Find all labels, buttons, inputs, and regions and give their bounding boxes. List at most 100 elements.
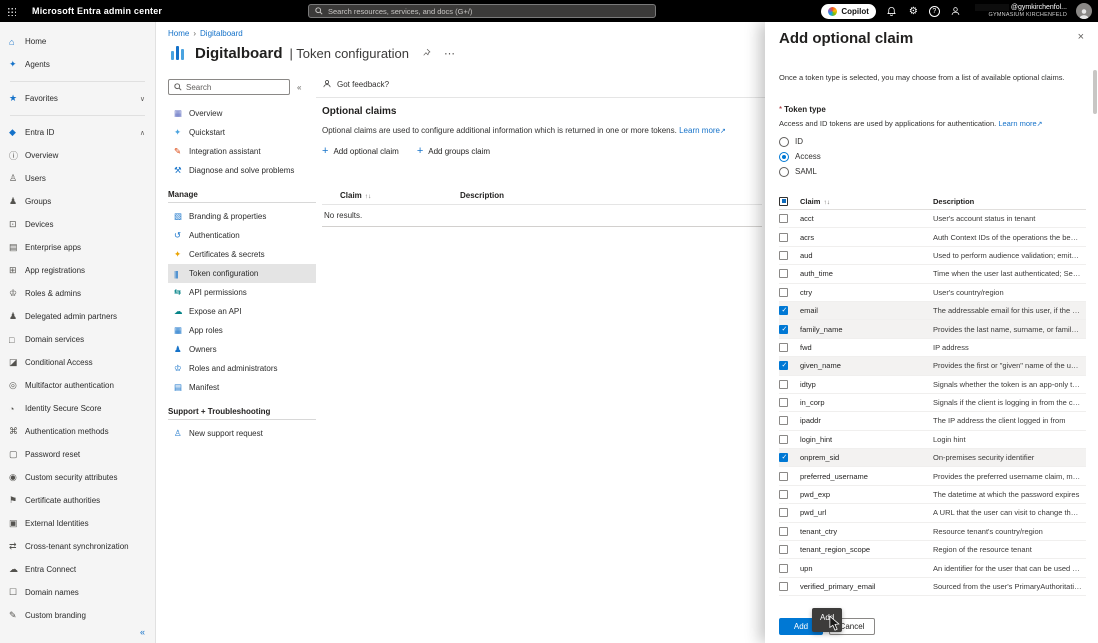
subnav-item[interactable]: Manage (168, 187, 316, 203)
sidebar-item[interactable]: □ Domain services (0, 328, 155, 351)
claim-checkbox[interactable] (779, 490, 788, 499)
add-groups-claim-button[interactable]: + Add groups claim (417, 146, 490, 157)
breadcrumb-current-link[interactable]: Digitalboard (200, 29, 243, 38)
settings-gear-icon[interactable]: ⚙ (907, 5, 920, 18)
claim-checkbox[interactable] (779, 472, 788, 481)
claim-column-header[interactable]: Claim↑↓ (340, 191, 460, 200)
sidebar-item[interactable]: ⊡ Devices (0, 213, 155, 236)
sidebar-item[interactable]: ⓘ Overview (0, 144, 155, 167)
subnav-collapse-button[interactable]: « (297, 83, 301, 92)
claim-checkbox[interactable] (779, 325, 788, 334)
claim-row[interactable]: upn An identifier for the user that can … (779, 559, 1086, 577)
claim-row[interactable]: email The addressable email for this use… (779, 302, 1086, 320)
subnav-search-input[interactable]: Search (168, 79, 290, 95)
claim-checkbox[interactable] (779, 233, 788, 242)
subnav-item[interactable]: ↺ Authentication (168, 226, 316, 245)
learn-more-link[interactable]: Learn more (679, 126, 720, 135)
claim-checkbox[interactable] (779, 214, 788, 223)
sidebar-item[interactable]: ◪ Conditional Access (0, 351, 155, 374)
subnav-item[interactable]: ♟ Owners (168, 340, 316, 359)
claim-row[interactable]: aud Used to perform audience validation;… (779, 247, 1086, 265)
sidebar-item[interactable]: ⊞ App registrations (0, 259, 155, 282)
subnav-item[interactable]: Support + Troubleshooting (168, 404, 316, 420)
claim-row[interactable]: tenant_ctry Resource tenant's country/re… (779, 523, 1086, 541)
claim-checkbox[interactable] (779, 508, 788, 517)
sidebar-item[interactable] (10, 115, 145, 116)
claim-row[interactable]: given_name Provides the first or "given"… (779, 357, 1086, 375)
subnav-item[interactable]: ✦ Certificates & secrets (168, 245, 316, 264)
sidebar-item[interactable]: ♙ Users (0, 167, 155, 190)
subnav-item[interactable]: ⚒ Diagnose and solve problems (168, 161, 316, 180)
claim-checkbox[interactable] (779, 269, 788, 278)
subnav-item[interactable]: ⇆ API permissions (168, 283, 316, 302)
token-type-radio[interactable]: ID (779, 134, 1086, 149)
more-options-icon[interactable]: ⋯ (444, 47, 455, 60)
claim-row[interactable]: pwd_exp The datetime at which the passwo… (779, 486, 1086, 504)
sidebar-item[interactable]: ▢ Password reset (0, 443, 155, 466)
claim-row[interactable]: acrs Auth Context IDs of the operations … (779, 228, 1086, 246)
subnav-item[interactable]: ▧ Branding & properties (168, 207, 316, 226)
close-icon[interactable]: × (1076, 30, 1086, 45)
add-optional-claim-button[interactable]: + Add optional claim (322, 146, 399, 157)
sidebar-item[interactable]: ✎ Custom branding (0, 604, 155, 627)
claim-row[interactable]: ctry User's country/region (779, 284, 1086, 302)
claim-checkbox[interactable] (779, 416, 788, 425)
claim-row[interactable]: ipaddr The IP address the client logged … (779, 412, 1086, 430)
select-all-checkbox[interactable] (779, 197, 788, 206)
sidebar-item[interactable]: ⌂ Home (0, 30, 155, 53)
claim-checkbox[interactable] (779, 435, 788, 444)
learn-more-link[interactable]: Learn more (998, 119, 1036, 128)
sidebar-item[interactable]: ⌘ Authentication methods (0, 420, 155, 443)
sidebar-item[interactable]: ◔ Identity Secure Score (0, 397, 155, 420)
sidebar-item[interactable]: ✦ Agents (0, 53, 155, 76)
claim-checkbox[interactable] (779, 582, 788, 591)
subnav-item[interactable]: ▦ Overview (168, 104, 316, 123)
claim-checkbox[interactable] (779, 527, 788, 536)
subnav-item[interactable]: ||| Token configuration (168, 264, 316, 283)
sidebar-item[interactable]: ◎ Multifactor authentication (0, 374, 155, 397)
claim-checkbox[interactable] (779, 306, 788, 315)
sidebar-item[interactable]: ⇄ Cross-tenant synchronization (0, 535, 155, 558)
token-type-radio[interactable]: Access (779, 149, 1086, 164)
pin-icon[interactable] (422, 44, 431, 62)
sidebar-item[interactable]: ▣ External Identities (0, 512, 155, 535)
sidebar-item[interactable] (10, 81, 145, 82)
claim-column-header[interactable]: Claim↑↓ (800, 197, 933, 206)
claim-row[interactable]: pwd_url A URL that the user can visit to… (779, 504, 1086, 522)
waffle-menu-icon[interactable] (0, 0, 22, 22)
scrollbar-thumb[interactable] (1093, 70, 1097, 114)
sidebar-item[interactable]: ☁ Entra Connect (0, 558, 155, 581)
subnav-item[interactable]: ♔ Roles and administrators (168, 359, 316, 378)
claim-row[interactable]: in_corp Signals if the client is logging… (779, 394, 1086, 412)
claim-checkbox[interactable] (779, 398, 788, 407)
sidebar-item[interactable]: ▤ Enterprise apps (0, 236, 155, 259)
claim-checkbox[interactable] (779, 343, 788, 352)
claim-row[interactable]: onprem_sid On-premises security identifi… (779, 449, 1086, 467)
claim-checkbox[interactable] (779, 564, 788, 573)
subnav-item[interactable]: ♙ New support request (168, 424, 316, 443)
sidebar-item[interactable]: ☐ Domain names (0, 581, 155, 604)
help-icon[interactable]: ? (929, 6, 940, 17)
copilot-button[interactable]: Copilot (821, 4, 876, 19)
subnav-item[interactable]: ▦ App roles (168, 321, 316, 340)
avatar[interactable] (1076, 3, 1092, 19)
subnav-item[interactable]: ▤ Manifest (168, 378, 316, 397)
breadcrumb-home-link[interactable]: Home (168, 29, 189, 38)
global-search-input[interactable]: Search resources, services, and docs (G+… (308, 4, 656, 18)
subnav-item[interactable]: ☁ Expose an API (168, 302, 316, 321)
sidebar-item[interactable]: ♟ Groups (0, 190, 155, 213)
claim-row[interactable]: auth_time Time when the user last authen… (779, 265, 1086, 283)
sidebar-collapse-button[interactable]: « (140, 627, 145, 637)
claim-checkbox[interactable] (779, 361, 788, 370)
claim-row[interactable]: fwd IP address (779, 339, 1086, 357)
sidebar-item[interactable]: ♔ Roles & admins (0, 282, 155, 305)
sidebar-item[interactable]: ◉ Custom security attributes (0, 466, 155, 489)
sidebar-item[interactable]: ◆ Entra ID ∧ (0, 121, 155, 144)
claim-row[interactable]: idtyp Signals whether the token is an ap… (779, 376, 1086, 394)
claim-checkbox[interactable] (779, 288, 788, 297)
claim-checkbox[interactable] (779, 380, 788, 389)
feedback-icon[interactable] (949, 5, 962, 18)
claim-row[interactable]: preferred_username Provides the preferre… (779, 467, 1086, 485)
sidebar-item[interactable]: ♟ Delegated admin partners (0, 305, 155, 328)
sidebar-item[interactable]: ⚑ Certificate authorities (0, 489, 155, 512)
